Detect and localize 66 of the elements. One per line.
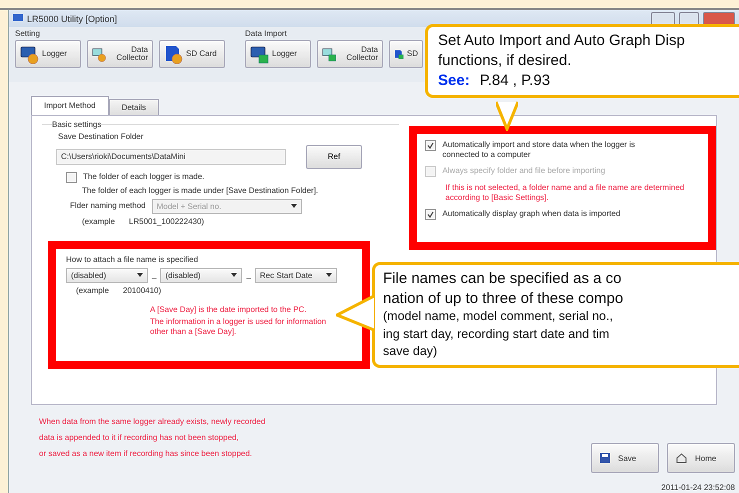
callout-text: save day)	[383, 343, 438, 360]
toolbar-button[interactable]: Data Collector	[317, 40, 383, 68]
callout-text: (model name, model comment, serial no.,	[383, 308, 614, 325]
checkbox[interactable]	[66, 172, 77, 183]
ref-button[interactable]: Ref	[306, 144, 362, 169]
toolbar-button[interactable]: SD Card	[159, 40, 225, 68]
callout-text: ing start day, recording start date and tim	[383, 326, 610, 343]
home-icon	[676, 453, 687, 463]
app-icon	[13, 14, 23, 24]
tab[interactable]: Details	[108, 98, 160, 115]
group-title: Basic settings	[52, 120, 102, 129]
device-icon	[250, 44, 269, 64]
minimize-button[interactable]	[651, 12, 675, 26]
note-text: data is appended to it if recording has not been stopped,	[39, 433, 240, 443]
name-part-select[interactable]: Rec Start Date	[254, 268, 337, 283]
field-label: Flder naming method	[70, 201, 146, 212]
timestamp: 2011-01-24 23:52:08	[661, 483, 735, 493]
name-part-select[interactable]: (disabled)	[160, 268, 242, 283]
note-text: If this is not selected, a folder name and a file name are determined according to [Basic Settings].	[444, 182, 686, 203]
example-label: (example	[76, 286, 109, 296]
page-reference: P.84 , P.93	[480, 71, 550, 91]
dropdown-arrow-icon	[231, 273, 238, 278]
toolbar-button[interactable]: Logger	[15, 40, 81, 68]
example-value: 20100410)	[122, 286, 162, 296]
checkbox-label: Automatically display graph when data is imported	[442, 208, 620, 219]
checkbox-label: Automatically import and store data when the logger is connected to a computer	[442, 140, 636, 160]
folder-field[interactable]: C:\Users\rioki\Documents\DataMini	[56, 148, 286, 165]
tab[interactable]: Import Method	[31, 96, 109, 115]
note-text: The information in a logger is used for information other than a [Save Day].	[150, 316, 328, 337]
see-label: See:	[438, 71, 470, 91]
checkbox[interactable]	[425, 208, 436, 220]
close-button[interactable]	[703, 12, 735, 26]
callout-text: nation of up to three of these compo	[383, 288, 624, 308]
dropdown-arrow-icon	[290, 204, 297, 208]
check-mark-icon	[427, 210, 434, 218]
device-icon	[20, 44, 39, 64]
dropdown-arrow-icon	[137, 273, 143, 278]
check-mark-icon	[427, 142, 434, 149]
name-part-select[interactable]: (disabled)	[66, 268, 148, 283]
maximize-button[interactable]	[679, 12, 699, 26]
callout-text: functions, if desired.	[438, 50, 572, 70]
toolbar-group-label: Setting	[15, 29, 41, 38]
toolbar-button[interactable]: Logger	[245, 40, 311, 68]
hint-text: The folder of each logger is made under [Save Destination Folder].	[81, 186, 320, 196]
checkbox[interactable]	[425, 140, 436, 151]
toolbar-group-label: Data Import	[245, 29, 288, 38]
toolbar-button[interactable]: SD	[389, 40, 423, 68]
note-text: A [Save Day] is the date imported to the PC.	[150, 304, 308, 315]
toolbar-button[interactable]: Data Collector	[87, 40, 153, 68]
callout-text: File names can be specified as a co	[383, 269, 622, 288]
checkbox-label: The folder of each logger is made.	[83, 172, 204, 182]
home-button[interactable]: Home	[667, 443, 735, 473]
section-title: How to attach a file name is specified	[66, 254, 200, 265]
window-title: LR5000 Utility [Option]	[27, 14, 118, 24]
note-text: When data from the same logger already exists, newly recorded	[39, 417, 266, 427]
checkbox-label: Always specify folder and file before importing	[442, 166, 606, 176]
note-text: or saved as a new item if recording has since been stopped.	[39, 449, 254, 459]
callout-text: Set Auto Import and Auto Graph Disp	[438, 31, 686, 50]
sd-card-icon	[164, 44, 183, 64]
save-button[interactable]: Save	[591, 443, 659, 473]
separator: _	[246, 270, 251, 280]
field-label: Save Destination Folder	[57, 132, 144, 142]
example-label: (example	[82, 216, 115, 227]
separator: _	[152, 270, 156, 280]
dropdown-arrow-icon	[326, 273, 332, 278]
example-value: LR5001_100222430)	[128, 216, 204, 227]
